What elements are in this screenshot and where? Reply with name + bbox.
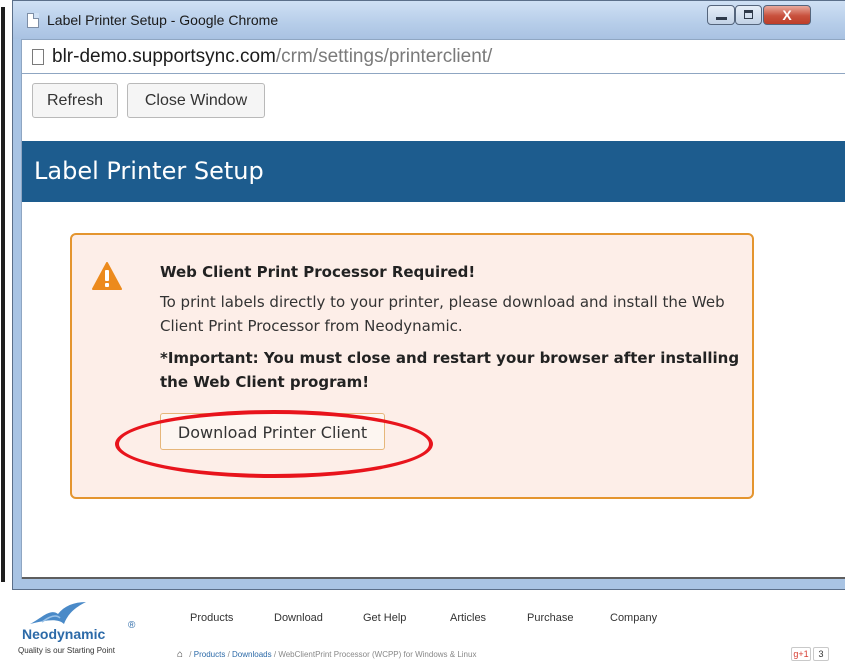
google-plus-count: 3 <box>813 647 829 661</box>
page-title: Label Printer Setup <box>34 157 264 185</box>
close-icon: X <box>782 7 792 23</box>
nav-articles[interactable]: Articles <box>450 612 486 624</box>
breadcrumb-downloads[interactable]: Downloads <box>232 650 272 659</box>
page-content: Refresh Close Window Label Printer Setup… <box>21 74 845 579</box>
breadcrumb-products[interactable]: Products <box>194 650 226 659</box>
nav-get-help[interactable]: Get Help <box>363 612 406 624</box>
breadcrumb-separator: / <box>227 650 230 659</box>
registered-mark: ® <box>128 620 136 631</box>
page-icon <box>27 13 39 28</box>
download-printer-client-button[interactable]: Download Printer Client <box>160 413 385 450</box>
neodynamic-footer: Neodynamic ® Quality is our Starting Poi… <box>0 590 845 663</box>
divider <box>22 577 845 579</box>
logo-text[interactable]: Neodynamic <box>22 626 105 642</box>
close-button[interactable]: X <box>763 5 811 25</box>
alert-message: To print labels directly to your printer… <box>160 293 725 335</box>
address-bar[interactable]: blr-demo.supportsync.com/crm/settings/pr… <box>21 39 845 74</box>
nav-products[interactable]: Products <box>190 612 233 624</box>
home-icon[interactable]: ⌂ <box>177 649 183 660</box>
maximize-button[interactable] <box>735 5 762 25</box>
minimize-icon <box>716 17 727 20</box>
google-plus-button[interactable]: g+1 <box>791 647 811 661</box>
url-text: blr-demo.supportsync.com/crm/settings/pr… <box>52 46 492 68</box>
page-icon <box>32 49 44 65</box>
breadcrumb: ⌂ / Products / Downloads / WebClientPrin… <box>177 649 476 660</box>
nav-purchase[interactable]: Purchase <box>527 612 573 624</box>
refresh-button[interactable]: Refresh <box>32 83 118 118</box>
url-host: blr-demo.supportsync.com <box>52 46 276 67</box>
minimize-button[interactable] <box>707 5 735 25</box>
breadcrumb-current: WebClientPrint Processor (WCPP) for Wind… <box>278 650 477 659</box>
title-bar[interactable]: Label Printer Setup - Google Chrome X <box>13 1 845 39</box>
breadcrumb-separator: / <box>273 650 277 659</box>
alert-important-note: *Important: You must close and restart y… <box>160 349 740 391</box>
warning-alert: Web Client Print Processor Required! To … <box>70 233 754 499</box>
maximize-icon <box>744 10 753 19</box>
close-window-button[interactable]: Close Window <box>127 83 265 118</box>
url-path: /crm/settings/printerclient/ <box>275 46 493 67</box>
breadcrumb-separator: / <box>189 650 192 659</box>
page-header: Label Printer Setup <box>22 141 845 202</box>
warning-icon <box>92 262 122 290</box>
neodynamic-logo-icon <box>30 602 86 624</box>
browser-window: Label Printer Setup - Google Chrome X bl… <box>1 0 845 590</box>
nav-company[interactable]: Company <box>610 612 657 624</box>
nav-download[interactable]: Download <box>274 612 323 624</box>
logo-tagline: Quality is our Starting Point <box>18 646 115 655</box>
toolbar: Refresh Close Window <box>22 74 845 138</box>
window-title: Label Printer Setup - Google Chrome <box>47 12 279 28</box>
alert-title: Web Client Print Processor Required! <box>160 263 476 281</box>
